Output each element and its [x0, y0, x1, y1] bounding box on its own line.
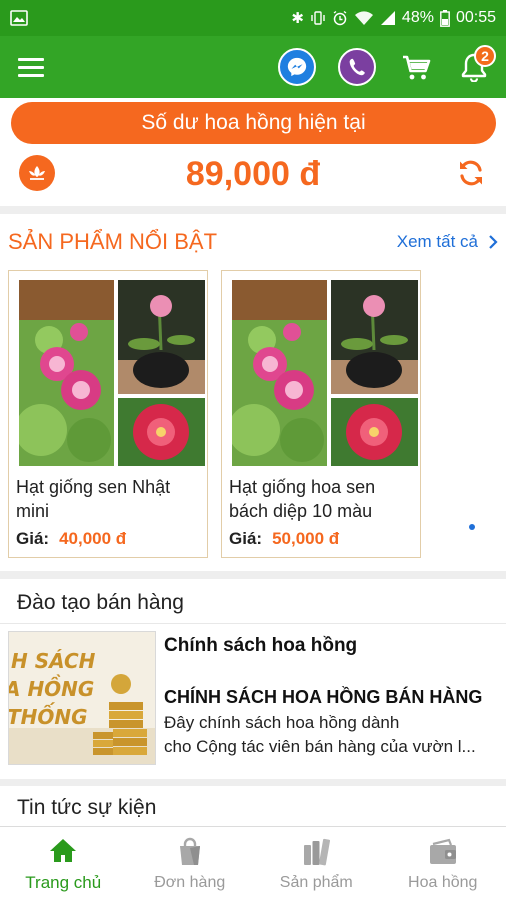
article-thumbnail: H SÁCH A HỒNG THỐNG	[8, 631, 156, 765]
cart-icon[interactable]	[398, 49, 434, 85]
product-card[interactable]: Hạt giống hoa sen bách diệp 10 màu Giá: …	[221, 270, 421, 558]
sales-training-section: Đào tạo bán hàng H SÁCH A HỒNG THỐNG Chí…	[0, 579, 506, 779]
balance-row: 89,000 đ	[0, 150, 506, 198]
viber-icon[interactable]	[338, 48, 376, 86]
menu-icon[interactable]	[14, 49, 50, 85]
bag-icon	[179, 837, 200, 865]
article-title: Chính sách hoa hồng	[164, 635, 358, 656]
products-icon	[304, 838, 331, 865]
featured-products-section: SẢN PHẨM NỔI BẬT Xem tất cả Hạt giống se…	[0, 214, 506, 571]
news-events-section: Tin tức sự kiện	[0, 786, 506, 830]
price-label: Giá:	[16, 529, 50, 548]
nav-orders-label: Đơn hàng	[154, 873, 226, 891]
battery-percent: 48%	[401, 9, 434, 26]
thumbnail-text-line-3: THỐNG	[9, 703, 88, 729]
nav-commission[interactable]: Hoa hồng	[380, 827, 506, 900]
battery-icon	[440, 9, 450, 27]
article-desc-line-1: Đây chính sách hoa hồng dành	[164, 713, 400, 732]
balance-amount: 89,000 đ	[185, 154, 321, 193]
thumbnail-text-line-2: A HỒNG	[9, 675, 94, 701]
chevron-right-icon	[489, 235, 498, 249]
refresh-icon[interactable]	[452, 154, 490, 192]
status-bar: ✱ 48% 00:55	[0, 0, 506, 36]
thumbnail-text-line-1: H SÁCH	[11, 649, 96, 673]
wifi-icon	[354, 11, 373, 25]
vibrate-icon	[311, 11, 325, 25]
status-left	[10, 10, 28, 26]
image-icon	[10, 10, 28, 26]
divider	[0, 623, 506, 624]
notification-badge: 2	[474, 45, 496, 67]
article-heading: CHÍNH SÁCH HOA HỒNG BÁN HÀNG	[164, 687, 483, 707]
nav-products[interactable]: Sản phẩm	[253, 827, 380, 900]
product-name-line-1: Hạt giống hoa sen	[229, 477, 376, 497]
bluetooth-icon: ✱	[291, 9, 304, 27]
product-card[interactable]: Hạt giống sen Nhật mini Giá: 40,000 đ	[8, 270, 208, 558]
price-label: Giá:	[229, 529, 263, 548]
product-image	[19, 280, 205, 466]
bottom-navigation: Trang chủ Đơn hàng Sản phẩm Hoa hồng	[0, 826, 506, 900]
featured-header: SẢN PHẨM NỔI BẬT Xem tất cả	[0, 214, 506, 270]
app-bar: 2	[0, 36, 506, 98]
carousel-indicator	[469, 524, 475, 530]
product-name-line-2: bách diệp 10 màu	[229, 501, 373, 521]
training-title: Đào tạo bán hàng	[17, 591, 184, 614]
price-value: 50,000 đ	[272, 529, 340, 548]
nav-orders[interactable]: Đơn hàng	[127, 827, 254, 900]
signal-icon	[380, 11, 395, 25]
clock: 00:55	[455, 9, 496, 26]
nav-home[interactable]: Trang chủ	[0, 827, 127, 900]
home-icon	[50, 838, 77, 862]
news-title: Tin tức sự kiện	[17, 796, 157, 819]
product-name: Hạt giống hoa sen bách diệp 10 màu	[229, 475, 417, 523]
article-desc-line-2: cho Cộng tác viên bán hàng của vườn l...	[164, 737, 476, 756]
app-screen: ✱ 48% 00:55 2 Số dư hoa hồng hiện tại 89…	[0, 0, 506, 900]
wallet-icon	[429, 838, 456, 864]
product-name-line-1: Hạt giống sen Nhật	[16, 477, 171, 497]
see-all-link[interactable]: Xem tất cả	[397, 232, 498, 252]
nav-home-label: Trang chủ	[25, 872, 102, 892]
nav-commission-label: Hoa hồng	[408, 873, 478, 891]
notifications-button[interactable]: 2	[456, 45, 496, 85]
price-value: 40,000 đ	[59, 529, 127, 548]
commission-balance-card: Số dư hoa hồng hiện tại 89,000 đ	[0, 98, 506, 206]
status-right: ✱ 48% 00:55	[291, 9, 496, 27]
product-image	[232, 280, 418, 466]
product-name-line-2: mini	[16, 501, 50, 521]
price-row: Giá: 50,000 đ	[229, 529, 339, 549]
see-all-label: Xem tất cả	[396, 232, 478, 251]
price-row: Giá: 40,000 đ	[16, 529, 126, 549]
article-description: Đây chính sách hoa hồng dành cho Cộng tá…	[164, 711, 500, 759]
product-name: Hạt giống sen Nhật mini	[16, 475, 204, 523]
app-bar-actions: 2	[278, 45, 496, 86]
alarm-icon	[333, 10, 347, 26]
lotus-icon	[19, 155, 55, 191]
commission-balance-button[interactable]: Số dư hoa hồng hiện tại	[11, 102, 496, 144]
messenger-icon[interactable]	[278, 48, 316, 86]
nav-products-label: Sản phẩm	[279, 873, 353, 891]
featured-title: SẢN PHẨM NỔI BẬT	[8, 229, 218, 254]
training-article[interactable]: H SÁCH A HỒNG THỐNG Chính sách hoa hồng …	[8, 631, 500, 767]
